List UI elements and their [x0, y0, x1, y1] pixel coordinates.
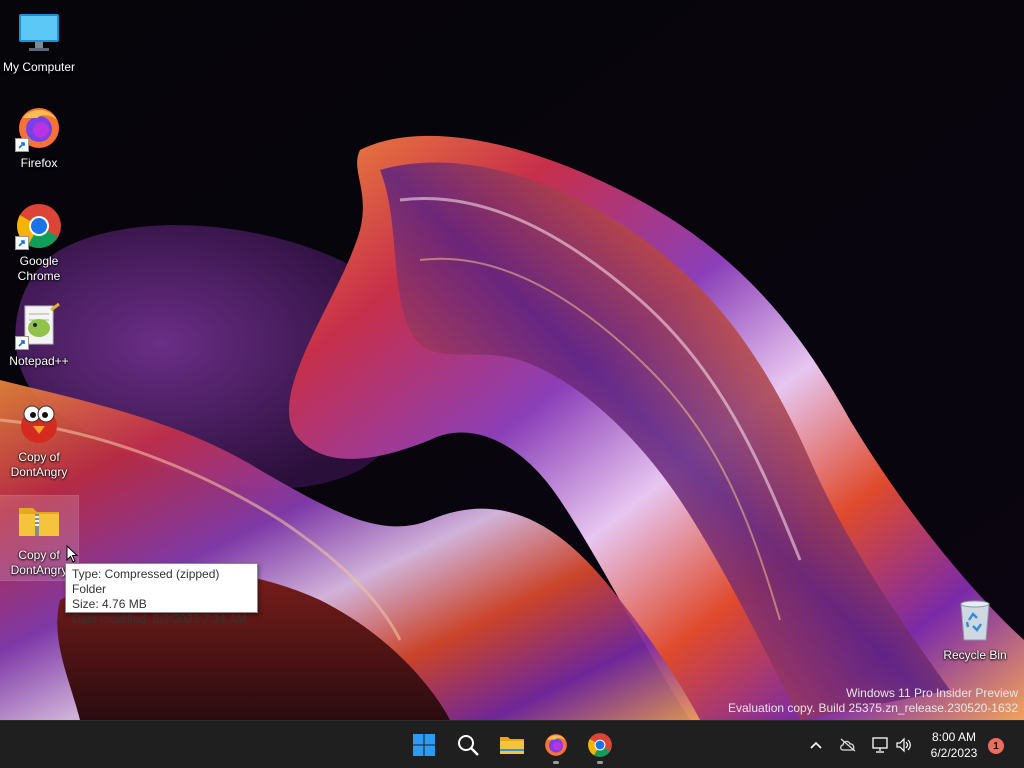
tooltip-type: Type: Compressed (zipped) Folder [72, 567, 220, 596]
taskbar-firefox-button[interactable] [536, 725, 576, 765]
search-icon [458, 735, 479, 756]
chrome-icon [588, 733, 612, 757]
running-indicator [553, 761, 559, 764]
desktop-icon-label: Copy of DontAngry [10, 450, 68, 479]
desktop-icon-label: Notepad++ [9, 354, 69, 368]
desktop-icon-recycle-bin[interactable]: Recycle Bin [936, 596, 1014, 663]
file-explorer-button[interactable] [492, 725, 532, 765]
file-info-tooltip: Type: Compressed (zipped) Folder Size: 4… [65, 563, 258, 626]
network-button[interactable] [870, 735, 890, 755]
watermark-edition: Windows 11 Pro Insider Preview [846, 686, 1018, 700]
zip-folder-icon [15, 496, 63, 544]
firefox-icon [545, 734, 567, 756]
start-button[interactable] [404, 725, 444, 765]
desktop-icon-label: Firefox [20, 156, 58, 170]
notification-badge[interactable]: 1 [988, 738, 1004, 754]
recycle-bin-icon [951, 596, 999, 644]
volume-icon [896, 737, 911, 753]
folder-icon [500, 737, 524, 754]
firefox-icon [15, 104, 63, 152]
angry-bird-icon [15, 398, 63, 446]
clock-time: 8:00 AM [931, 730, 977, 744]
volume-button[interactable] [894, 735, 914, 755]
watermark-build: Evaluation copy. Build 25375.zn_release.… [728, 701, 1018, 715]
desktop-icon-my-computer[interactable]: My Computer [0, 8, 78, 75]
cloud-offline-icon [840, 738, 856, 752]
taskbar: 8:00 AM 6/2/2023 1 [0, 720, 1024, 768]
desktop-icon-label: Google Chrome [17, 254, 61, 283]
chevron-up-icon [810, 741, 822, 749]
desktop-icon-label: Recycle Bin [943, 648, 1007, 662]
windows-start-icon [413, 734, 435, 756]
clock-button[interactable]: 8:00 AM 6/2/2023 [922, 729, 986, 761]
notepadpp-icon [15, 302, 63, 350]
desktop-icon-firefox[interactable]: Firefox [0, 104, 78, 171]
taskbar-chrome-button[interactable] [580, 725, 620, 765]
chrome-icon [15, 202, 63, 250]
shortcut-arrow-icon [15, 138, 29, 152]
show-hidden-icons-button[interactable] [806, 735, 826, 755]
clock-date: 6/2/2023 [930, 746, 978, 760]
desktop-icon-google-chrome[interactable]: Google Chrome [0, 202, 78, 284]
tooltip-size: Size: 4.76 MB [72, 597, 147, 611]
shortcut-arrow-icon [15, 336, 29, 350]
desktop-icon-notepadpp[interactable]: Notepad++ [0, 302, 78, 369]
evaluation-watermark: Windows 11 Pro Insider Preview Evaluatio… [728, 686, 1018, 716]
network-icon [872, 737, 888, 753]
monitor-icon [15, 8, 63, 56]
mouse-pointer-icon [66, 544, 79, 568]
desktop-icon-copy-of-dontangry-app[interactable]: Copy of DontAngry [0, 398, 78, 480]
search-button[interactable] [448, 725, 488, 765]
running-indicator [597, 761, 603, 764]
onedrive-status-button[interactable] [838, 735, 858, 755]
tooltip-date-modified: Date modified: 6/2/2023 7:24 AM [72, 612, 247, 626]
desktop-icon-label: My Computer [2, 60, 76, 74]
shortcut-arrow-icon [15, 236, 29, 250]
